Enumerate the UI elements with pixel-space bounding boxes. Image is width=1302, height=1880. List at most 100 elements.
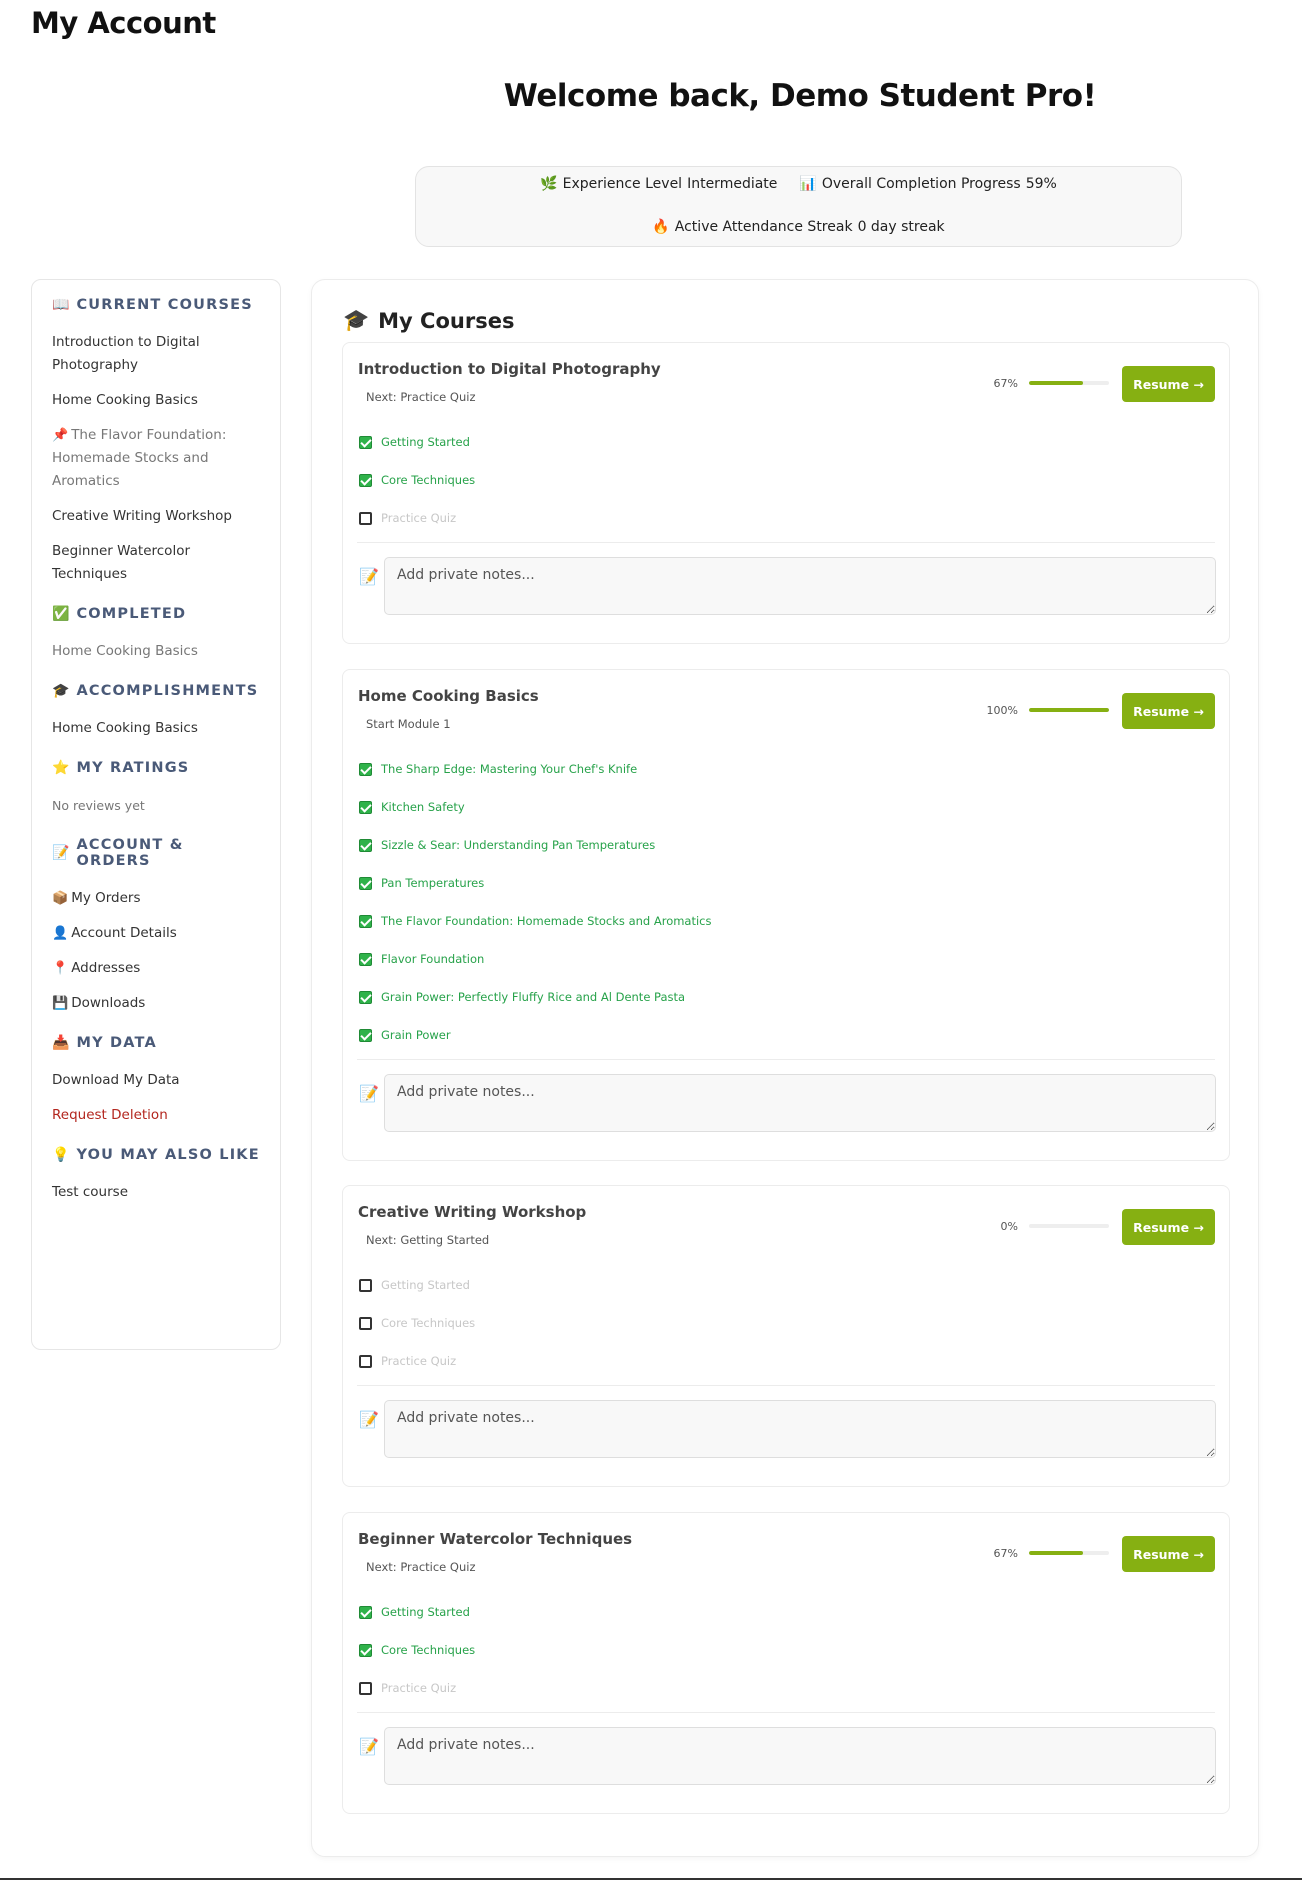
memo-icon: 📝 — [52, 845, 70, 861]
sidebar-completed-item[interactable]: Home Cooking Basics — [52, 640, 260, 663]
lesson-checkbox-checked[interactable] — [359, 762, 372, 776]
sidebar-course-watercolor[interactable]: Beginner Watercolor Techniques — [52, 540, 260, 586]
lesson-item[interactable]: Pan Temperatures — [359, 864, 712, 902]
lesson-checkbox-checked[interactable] — [359, 914, 372, 928]
course-card-creative-writing: Creative Writing Workshop Next: Getting S… — [342, 1185, 1230, 1487]
resume-button[interactable]: Resume → — [1122, 1536, 1215, 1572]
lesson-item[interactable]: Core Techniques — [359, 1304, 475, 1342]
private-notes-input[interactable] — [384, 1400, 1216, 1458]
floppy-disk-icon: 💾 — [52, 996, 69, 1011]
lesson-item[interactable]: Core Techniques — [359, 1631, 475, 1669]
sidebar-heading-label: Current Courses — [76, 297, 253, 313]
suggested-course-link[interactable]: Test course — [52, 1181, 260, 1204]
book-icon: 📖 — [52, 297, 70, 313]
lesson-label: Grain Power — [381, 1028, 451, 1042]
sidebar-course-creative-writing[interactable]: Creative Writing Workshop — [52, 505, 260, 528]
memo-icon: 📝 — [359, 1084, 379, 1103]
sidebar-item-downloads[interactable]: 💾 Downloads — [52, 992, 260, 1015]
lesson-checkbox-checked[interactable] — [359, 1643, 372, 1657]
lesson-checkbox-checked[interactable] — [359, 838, 372, 852]
lesson-item[interactable]: Practice Quiz — [359, 499, 475, 537]
sidebar-heading-my-data: 📥 My Data — [52, 1035, 260, 1051]
course-progress-fill — [1029, 708, 1109, 712]
sidebar-item-label: My Orders — [71, 890, 141, 906]
lesson-item[interactable]: Getting Started — [359, 423, 475, 461]
lesson-list: Getting Started Core Techniques Practice Q… — [359, 423, 475, 537]
lesson-checkbox-unchecked[interactable] — [359, 1681, 372, 1695]
lesson-checkbox-checked[interactable] — [359, 876, 372, 890]
resume-button[interactable]: Resume → — [1122, 1209, 1215, 1245]
sidebar-item-addresses[interactable]: 📍 Addresses — [52, 957, 260, 980]
sidebar-heading-you-may-also-like: 💡 You May Also Like — [52, 1147, 260, 1163]
lesson-checkbox-checked[interactable] — [359, 1028, 372, 1042]
course-title[interactable]: Introduction to Digital Photography — [358, 360, 661, 378]
sidebar-heading-label: My Data — [76, 1035, 157, 1051]
download-my-data-link[interactable]: Download My Data — [52, 1069, 260, 1092]
lesson-list: Getting Started Core Techniques Practice Q… — [359, 1266, 475, 1380]
lesson-item[interactable]: Sizzle & Sear: Understanding Pan Tempera… — [359, 826, 712, 864]
resume-button[interactable]: Resume → — [1122, 366, 1215, 402]
course-card-watercolor: Beginner Watercolor Techniques Next: Prac… — [342, 1512, 1230, 1814]
lesson-checkbox-checked[interactable] — [359, 435, 372, 449]
sidebar-item-my-orders[interactable]: 📦 My Orders — [52, 887, 260, 910]
welcome-heading: Welcome back, Demo Student Pro! — [503, 78, 1097, 114]
lesson-item[interactable]: The Sharp Edge: Mastering Your Chef's Kn… — [359, 750, 712, 788]
lesson-checkbox-unchecked[interactable] — [359, 1354, 372, 1368]
sidebar-item-account-details[interactable]: 👤 Account Details — [52, 922, 260, 945]
star-icon: ⭐ — [52, 760, 70, 776]
sidebar-course-cooking[interactable]: Home Cooking Basics — [52, 389, 260, 412]
course-progress-fill — [1029, 1551, 1083, 1555]
sidebar-item-label: Downloads — [71, 995, 146, 1011]
lesson-label: Core Techniques — [381, 473, 476, 487]
course-title[interactable]: Beginner Watercolor Techniques — [358, 1530, 632, 1548]
lesson-checkbox-unchecked[interactable] — [359, 1278, 372, 1292]
sidebar-heading-current-courses: 📖 Current Courses — [52, 297, 260, 313]
lesson-checkbox-checked[interactable] — [359, 1605, 372, 1619]
memo-icon: 📝 — [359, 1410, 379, 1429]
lesson-item[interactable]: The Flavor Foundation: Homemade Stocks a… — [359, 902, 712, 940]
lesson-item[interactable]: Practice Quiz — [359, 1669, 475, 1707]
package-icon: 📦 — [52, 891, 69, 906]
private-notes-input[interactable] — [384, 1074, 1216, 1132]
course-progress-bar — [1029, 1551, 1109, 1555]
sidebar-heading-label: Completed — [76, 606, 187, 622]
course-title[interactable]: Creative Writing Workshop — [358, 1203, 586, 1221]
resume-button[interactable]: Resume → — [1122, 693, 1215, 729]
sidebar-course-flavor-foundation[interactable]: 📌 The Flavor Foundation: Homemade Stocks … — [52, 424, 260, 493]
lesson-label: Practice Quiz — [381, 1681, 457, 1695]
sidebar-course-photography[interactable]: Introduction to Digital Photography — [52, 331, 260, 377]
lesson-label: Core Techniques — [381, 1643, 476, 1657]
page-title: My Account — [31, 6, 216, 40]
lesson-checkbox-checked[interactable] — [359, 952, 372, 966]
lesson-checkbox-checked[interactable] — [359, 990, 372, 1004]
lesson-item[interactable]: Practice Quiz — [359, 1342, 475, 1380]
leaf-icon: 🌿 — [540, 176, 558, 192]
lesson-item[interactable]: Getting Started — [359, 1266, 475, 1304]
memo-icon: 📝 — [359, 567, 379, 586]
course-progress-percent: 100% — [986, 704, 1018, 717]
lesson-item[interactable]: Flavor Foundation — [359, 940, 712, 978]
course-title[interactable]: Home Cooking Basics — [358, 687, 539, 705]
course-next-step: Start Module 1 — [366, 717, 451, 731]
graduation-cap-icon: 🎓 — [52, 683, 70, 699]
private-notes-input[interactable] — [384, 557, 1216, 615]
stat-streak: 🔥 Active Attendance Streak 0 day streak — [652, 219, 944, 235]
lesson-checkbox-unchecked[interactable] — [359, 1316, 372, 1330]
lesson-item[interactable]: Getting Started — [359, 1593, 475, 1631]
lesson-item[interactable]: Core Techniques — [359, 461, 475, 499]
lesson-checkbox-unchecked[interactable] — [359, 511, 372, 525]
private-notes-input[interactable] — [384, 1727, 1216, 1785]
inbox-tray-icon: 📥 — [52, 1035, 70, 1051]
lesson-label: Getting Started — [381, 1605, 470, 1619]
lesson-item[interactable]: Grain Power: Perfectly Fluffy Rice and A… — [359, 978, 712, 1016]
check-box-icon: ✅ — [52, 606, 70, 622]
sidebar-heading-label: You May Also Like — [76, 1147, 260, 1163]
course-progress-percent: 67% — [993, 377, 1018, 390]
lesson-checkbox-checked[interactable] — [359, 473, 372, 487]
memo-icon: 📝 — [359, 1737, 379, 1756]
lesson-checkbox-checked[interactable] — [359, 800, 372, 814]
sidebar-accomplishment-item[interactable]: Home Cooking Basics — [52, 717, 260, 740]
lesson-item[interactable]: Grain Power — [359, 1016, 712, 1054]
request-deletion-link[interactable]: Request Deletion — [52, 1104, 260, 1127]
lesson-item[interactable]: Kitchen Safety — [359, 788, 712, 826]
